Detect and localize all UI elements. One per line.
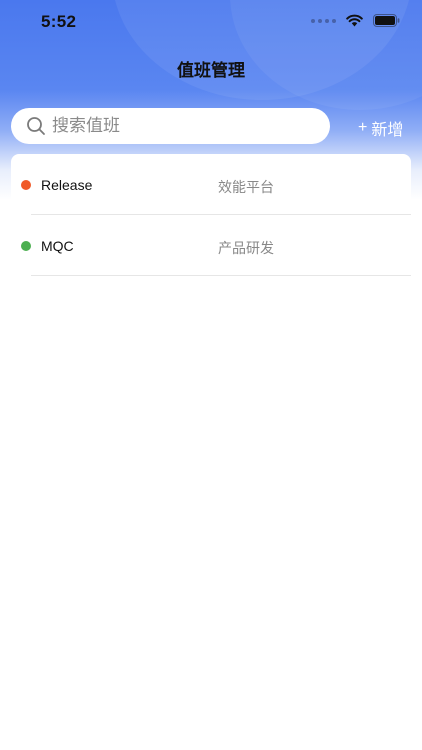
status-bar: 5:52 xyxy=(0,0,422,46)
add-duty-label: 新增 xyxy=(371,122,404,139)
status-dot-icon xyxy=(21,241,31,251)
search-bar[interactable] xyxy=(11,108,330,144)
duty-list-item[interactable]: Release 效能平台 xyxy=(11,154,411,215)
battery-icon xyxy=(373,14,400,27)
page-title: 值班管理 xyxy=(177,61,245,80)
duty-name: Release xyxy=(41,177,93,193)
divider xyxy=(31,275,411,276)
search-icon xyxy=(27,117,45,135)
plus-icon: + xyxy=(358,119,368,136)
duty-team: 产品研发 xyxy=(218,240,274,256)
search-input[interactable] xyxy=(52,116,302,136)
status-time: 5:52 xyxy=(41,12,77,31)
cellular-signal-icon xyxy=(311,18,336,23)
duty-list: Release 效能平台 MQC 产品研发 xyxy=(11,154,411,284)
status-icons xyxy=(311,14,400,27)
wifi-icon xyxy=(346,14,363,27)
add-duty-button[interactable]: + 新增 xyxy=(358,116,403,140)
duty-list-item[interactable]: MQC 产品研发 xyxy=(11,215,411,276)
status-dot-icon xyxy=(21,180,31,190)
duty-name: MQC xyxy=(41,238,74,254)
duty-team: 效能平台 xyxy=(218,179,274,195)
